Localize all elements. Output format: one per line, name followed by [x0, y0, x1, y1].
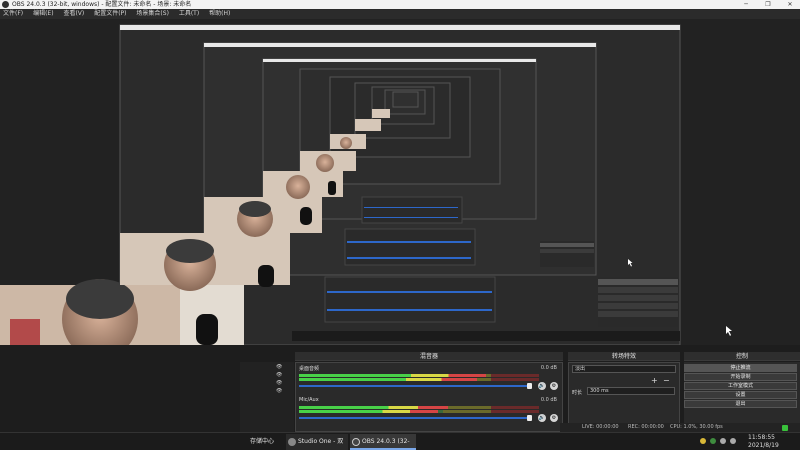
- volume-icon[interactable]: [730, 438, 736, 444]
- slider-handle[interactable]: [527, 383, 532, 389]
- window-title: OBS 24.0.3 (32-bit, windows) - 配置文件: 未命名…: [12, 1, 192, 8]
- eye-icon[interactable]: 👁: [276, 388, 290, 394]
- duration-label: 时长: [572, 390, 583, 396]
- preview-image: [0, 19, 800, 345]
- taskbar-clock-date[interactable]: 2021/8/19: [748, 442, 779, 449]
- track-name: 桌面音频: [299, 366, 320, 372]
- obs-icon: [352, 438, 360, 446]
- cpu-fps: CPU: 1.0%, 30.00 fps: [670, 424, 723, 430]
- mixer-track-desktop: 桌面音频 0.0 dB 🔊 ⚙: [298, 365, 560, 395]
- tray-icon[interactable]: [710, 438, 716, 444]
- eye-icon[interactable]: 👁: [276, 372, 290, 378]
- transition-header: 转场特效: [568, 352, 680, 361]
- exit-button[interactable]: 退出: [684, 400, 797, 408]
- webcam-feed-medium: [120, 233, 290, 291]
- status-bar: LIVE: 00:00:00 REC: 00:00:00 CPU: 1.0%, …: [560, 423, 800, 432]
- controls-header: 控制: [684, 352, 800, 361]
- volume-meter: [299, 410, 539, 413]
- webcam-feed-small: [204, 197, 322, 237]
- menu-tools[interactable]: 工具(T): [179, 10, 199, 17]
- volume-meter: [299, 378, 539, 381]
- taskbar-label: OBS 24.0.3 (32-bi...: [362, 438, 410, 445]
- track-db: 0.0 dB: [540, 397, 557, 403]
- gear-icon[interactable]: ⚙: [550, 414, 558, 422]
- minimize-button[interactable]: ─: [736, 0, 756, 9]
- webcam-feed-large: [0, 279, 244, 345]
- menu-view[interactable]: 查看(V): [63, 10, 84, 17]
- track-name: Mic/Aux: [299, 397, 319, 403]
- volume-slider[interactable]: [299, 415, 532, 421]
- mixer-header: 混音器: [295, 352, 563, 361]
- taskbar-item-storage[interactable]: 存储中心: [238, 434, 284, 450]
- taskbar: 存储中心 Studio One - 双击... OBS 24.0.3 (32-b…: [0, 432, 800, 450]
- menu-profile[interactable]: 配置文件(P): [94, 10, 126, 17]
- transition-select[interactable]: 淡出: [572, 365, 676, 373]
- eye-icon[interactable]: 👁: [276, 380, 290, 386]
- obs-logo-icon: [2, 1, 9, 8]
- taskbar-label: 存储中心: [250, 438, 275, 445]
- track-db: 0.0 dB: [540, 365, 557, 371]
- sources-list: 👁 👁 👁 👁: [240, 362, 294, 432]
- volume-meter: [299, 374, 539, 377]
- preview-canvas[interactable]: [0, 19, 800, 345]
- speaker-icon[interactable]: 🔊: [538, 414, 546, 422]
- tray-icon[interactable]: [700, 438, 706, 444]
- stream-health-indicator: [782, 425, 788, 431]
- menu-scene-collection[interactable]: 场景集合(S): [136, 10, 169, 17]
- taskbar-clock-time[interactable]: 11:58:55: [748, 434, 775, 441]
- studio-mode-button[interactable]: 工作室模式: [684, 382, 797, 390]
- settings-button[interactable]: 设置: [684, 391, 797, 399]
- speaker-icon[interactable]: 🔊: [538, 382, 546, 390]
- studio-one-icon: [288, 438, 296, 446]
- taskbar-label: Studio One - 双击...: [298, 438, 344, 445]
- stop-streaming-button[interactable]: 停止推流: [684, 364, 797, 372]
- audio-mixer: 桌面音频 0.0 dB 🔊 ⚙ Mic/Aux 0.0 dB 🔊 ⚙: [295, 362, 563, 432]
- volume-meter: [299, 406, 539, 409]
- start-recording-button[interactable]: 开始录制: [684, 373, 797, 381]
- live-timer: LIVE: 00:00:00: [582, 424, 619, 430]
- window-title-bar: OBS 24.0.3 (32-bit, windows) - 配置文件: 未命名…: [0, 0, 800, 9]
- controls-panel: 停止推流 开始录制 工作室模式 设置 退出: [684, 362, 800, 432]
- scene-transitions: 淡出 + − 时长 300 ms: [568, 362, 680, 432]
- maximize-button[interactable]: ❐: [758, 0, 778, 9]
- menu-edit[interactable]: 编辑(E): [33, 10, 53, 17]
- menu-help[interactable]: 帮助(H): [209, 10, 230, 17]
- gear-icon[interactable]: ⚙: [550, 382, 558, 390]
- taskbar-item-obs[interactable]: OBS 24.0.3 (32-bi...: [350, 434, 416, 450]
- menu-bar: 文件(F) 编辑(E) 查看(V) 配置文件(P) 场景集合(S) 工具(T) …: [0, 9, 800, 19]
- remove-transition-button[interactable]: −: [663, 376, 670, 385]
- mixer-track-mic: Mic/Aux 0.0 dB 🔊 ⚙: [298, 397, 560, 427]
- volume-slider[interactable]: [299, 383, 532, 389]
- close-button[interactable]: ✕: [780, 0, 800, 9]
- rec-timer: REC: 00:00:00: [628, 424, 664, 430]
- slider-handle[interactable]: [527, 415, 532, 421]
- duration-input[interactable]: 300 ms: [587, 387, 675, 395]
- network-icon[interactable]: [720, 438, 726, 444]
- menu-file[interactable]: 文件(F): [3, 10, 23, 17]
- eye-icon[interactable]: 👁: [276, 364, 290, 370]
- add-transition-button[interactable]: +: [651, 376, 658, 385]
- taskbar-item-studio-one[interactable]: Studio One - 双击...: [286, 434, 348, 450]
